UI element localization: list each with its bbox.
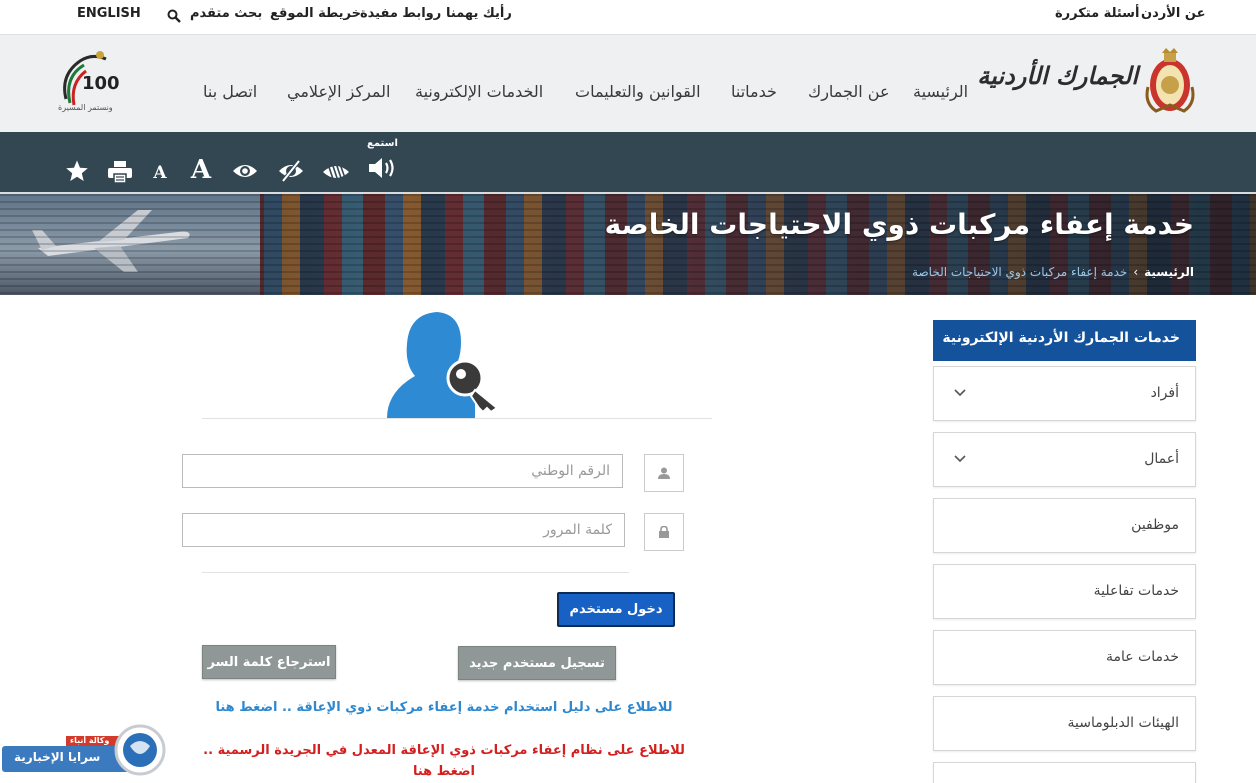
chevron-down-icon: [954, 389, 966, 397]
chevron-down-icon: [954, 455, 966, 463]
print-button[interactable]: [106, 159, 134, 185]
sidebar-item-business[interactable]: أعمال: [933, 432, 1196, 487]
user-guide-link[interactable]: للاطلاع على دليل استخدام خدمة إعفاء مركب…: [200, 700, 688, 715]
customs-logo-text: الجمارك الأردنية: [977, 61, 1139, 90]
centennial-badge: 100 ونستمر المسيرة: [56, 47, 128, 119]
advanced-search-link[interactable]: بحث متقدم: [190, 6, 262, 21]
search-icon[interactable]: [167, 9, 181, 23]
centennial-number: 100: [82, 73, 120, 94]
print-icon: [108, 161, 132, 184]
sidebar-item-next[interactable]: [933, 762, 1196, 783]
sidebar-item-label: أعمال: [1144, 451, 1179, 467]
national-id-input[interactable]: [182, 454, 623, 488]
sidebar-item-general[interactable]: خدمات عامة: [933, 630, 1196, 685]
listen-label: استمع: [367, 138, 398, 149]
main-header: الجمارك الأردنية الرئيسية عن الجمارك خدم…: [0, 34, 1256, 132]
register-button[interactable]: تسجيل مستخدم جديد: [458, 646, 616, 680]
faq-link[interactable]: أسئلة متكررة: [1055, 6, 1139, 21]
listen-button[interactable]: [366, 154, 398, 182]
sitemap-link[interactable]: خريطة الموقع: [270, 6, 361, 21]
password-addon: [644, 513, 684, 551]
breadcrumb-home[interactable]: الرئيسية: [1144, 265, 1194, 279]
sidebar-item-label: خدمات تفاعلية: [1093, 583, 1179, 599]
recover-password-button[interactable]: استرجاع كلمة السر: [202, 645, 336, 679]
blind-eye-icon: [323, 162, 349, 183]
sidebar-item-label: أفراد: [1150, 385, 1179, 401]
sidebar-item-label: موظفين: [1131, 517, 1179, 533]
sidebar-item-individuals[interactable]: أفراد: [933, 366, 1196, 421]
customs-emblem-logo[interactable]: [1142, 47, 1198, 115]
sidebar-title: خدمات الجمارك الأردنية الإلكترونية: [933, 320, 1196, 361]
font-decrease-button[interactable]: A: [150, 162, 170, 184]
watermark-agency: وكالة أنباء: [70, 736, 110, 745]
top-utility-bar: ENGLISH بحث متقدم خريطة الموقع روابط مفي…: [0, 0, 1256, 34]
feedback-link[interactable]: رأيك يهمنا: [446, 6, 512, 21]
page-banner: خدمة إعفاء مركبات ذوي الاحتياجات الخاصة …: [0, 194, 1256, 295]
national-id-addon: [644, 454, 684, 492]
user-key-icon: [387, 312, 499, 418]
sidebar-item-employees[interactable]: موظفين: [933, 498, 1196, 553]
nav-laws[interactable]: القوانين والتعليمات: [575, 82, 701, 101]
regulation-link[interactable]: للاطلاع على نظام إعفاء مركبات ذوي الإعاق…: [200, 740, 688, 782]
centennial-caption: ونستمر المسيرة: [58, 103, 113, 112]
password-input[interactable]: [182, 513, 625, 547]
user-icon: [658, 467, 670, 479]
nav-media[interactable]: المركز الإعلامي: [287, 82, 391, 101]
contrast-view-button[interactable]: [231, 160, 259, 182]
watermark-name: سرايا الإخبارية: [14, 750, 101, 764]
eye-slash-icon: [279, 160, 303, 182]
nav-eservices[interactable]: الخدمات الإلكترونية: [415, 82, 543, 101]
lock-icon: [659, 526, 669, 538]
page-title: خدمة إعفاء مركبات ذوي الاحتياجات الخاصة: [604, 208, 1194, 241]
english-link[interactable]: ENGLISH: [77, 6, 141, 21]
sidebar-item-label: الهيئات الدبلوماسية: [1067, 715, 1179, 731]
eye-icon: [233, 165, 257, 177]
sidebar-item-diplomatic[interactable]: الهيئات الدبلوماسية: [933, 696, 1196, 751]
breadcrumb-current[interactable]: خدمة إعفاء مركبات ذوي الاحتياجات الخاصة: [912, 265, 1127, 279]
login-button[interactable]: دخول مستخدم: [557, 592, 675, 627]
accessibility-toolbar: A A استمع: [0, 132, 1256, 194]
low-vision-button[interactable]: [277, 159, 305, 183]
sidebar-item-interactive[interactable]: خدمات تفاعلية: [933, 564, 1196, 619]
favorite-star-button[interactable]: [64, 158, 90, 184]
nav-about[interactable]: عن الجمارك: [808, 82, 890, 101]
breadcrumb-separator: ›: [1133, 265, 1139, 279]
breadcrumb: الرئيسية › خدمة إعفاء مركبات ذوي الاحتياجا…: [912, 265, 1194, 279]
nav-home[interactable]: الرئيسية: [913, 82, 968, 101]
useful-links-link[interactable]: روابط مفيدة: [360, 6, 441, 21]
star-icon: [66, 160, 88, 181]
nav-contact[interactable]: اتصل بنا: [203, 82, 257, 101]
color-blind-button[interactable]: [321, 159, 351, 185]
nav-services[interactable]: خدماتنا: [731, 82, 777, 101]
about-jordan-link[interactable]: عن الأردن: [1141, 6, 1206, 21]
form-divider: [202, 572, 629, 573]
sidebar-item-label: خدمات عامة: [1105, 649, 1179, 665]
form-divider: [202, 418, 712, 419]
speaker-icon: [369, 158, 394, 178]
font-increase-button[interactable]: A: [187, 155, 215, 185]
